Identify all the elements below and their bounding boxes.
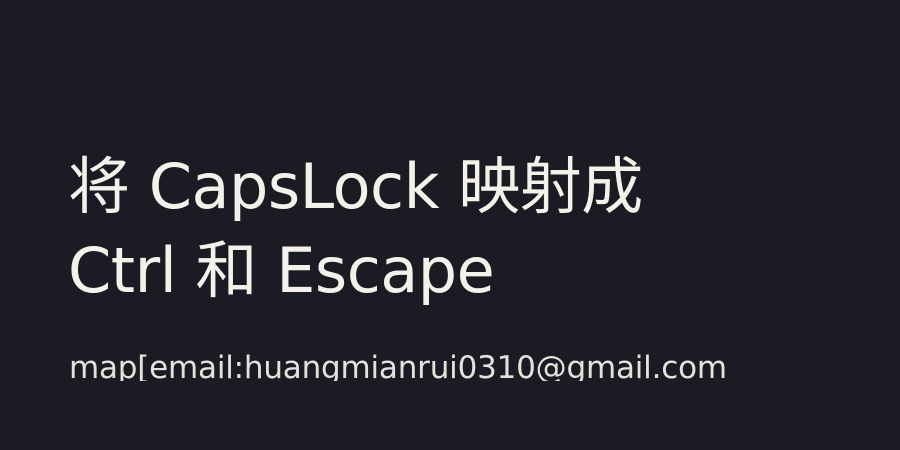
title-line-1: 将 CapsLock 映射成 bbox=[68, 149, 643, 223]
title-line-2: Ctrl 和 Escape bbox=[68, 233, 495, 307]
social-card: 将 CapsLock 映射成 Ctrl 和 Escape map[email:h… bbox=[0, 0, 900, 450]
article-title: 将 CapsLock 映射成 Ctrl 和 Escape bbox=[68, 145, 848, 313]
author-metadata: map[email:huangmianrui0310@gmail.com bbox=[69, 350, 727, 381]
